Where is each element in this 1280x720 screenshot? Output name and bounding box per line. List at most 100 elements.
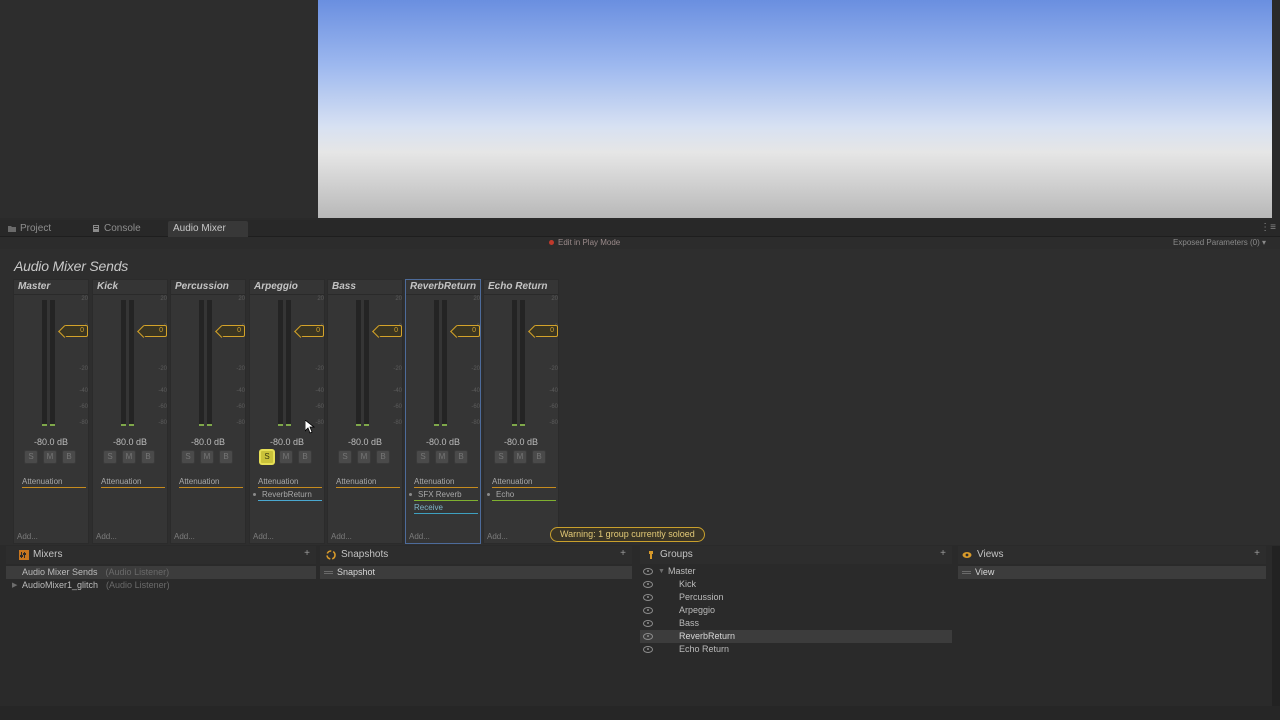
bypass-button[interactable]: B [298, 450, 312, 464]
tree-item-group[interactable]: Bass [640, 617, 952, 630]
effect-slot[interactable]: Attenuation [258, 476, 322, 488]
solo-button[interactable]: S [494, 450, 508, 464]
tab-console[interactable]: Console [86, 221, 170, 237]
effect-label: Attenuation [179, 477, 220, 486]
effect-slot[interactable]: Attenuation [336, 476, 400, 488]
mute-button[interactable]: M [122, 450, 136, 464]
tree-item-group[interactable]: ReverbReturn [640, 630, 952, 643]
mute-button[interactable]: M [435, 450, 449, 464]
add-effect-button[interactable]: Add... [17, 532, 38, 541]
visibility-eye-icon[interactable] [643, 581, 653, 588]
visibility-eye-icon[interactable] [643, 568, 653, 575]
volume-fader-handle[interactable]: 0 [378, 325, 402, 337]
mute-button[interactable]: M [43, 450, 57, 464]
add-effect-button[interactable]: Add... [253, 532, 274, 541]
mute-button[interactable]: M [357, 450, 371, 464]
list-item-snapshot[interactable]: Snapshot [320, 566, 632, 579]
visibility-eye-icon[interactable] [643, 633, 653, 640]
edit-in-play-mode-toggle[interactable]: Edit in Play Mode [549, 237, 620, 249]
effect-slot[interactable]: Attenuation [414, 476, 478, 488]
tree-item-group[interactable]: ▼ Master [640, 565, 952, 578]
channel-strip[interactable]: ReverbReturn 20 0 -20 -40 -60 -800 -80.0 dB SMB A… [405, 279, 481, 544]
volume-fader-handle[interactable]: 0 [534, 325, 558, 337]
meter-level [42, 424, 47, 426]
drag-handle-icon[interactable] [324, 571, 333, 574]
db-readout: -80.0 dB [347, 437, 383, 447]
drag-handle-icon[interactable] [962, 571, 971, 574]
solo-mute-bypass-group: SMB [260, 450, 320, 466]
bypass-button[interactable]: B [454, 450, 468, 464]
effect-slot[interactable]: Attenuation [22, 476, 86, 488]
play-mode-label: Edit in Play Mode [558, 238, 621, 247]
bypass-button[interactable]: B [532, 450, 546, 464]
add-effect-button[interactable]: Add... [174, 532, 195, 541]
solo-button[interactable]: S [260, 450, 274, 464]
scale-tick-label: 20 [81, 296, 88, 302]
scale-tick-label: -80 [549, 420, 558, 426]
add-view-button[interactable]: + [1254, 548, 1260, 559]
level-meter [512, 300, 517, 426]
visibility-eye-icon[interactable] [643, 594, 653, 601]
tree-item-group[interactable]: Kick [640, 578, 952, 591]
bypass-button[interactable]: B [62, 450, 76, 464]
mute-button[interactable]: M [279, 450, 293, 464]
tree-item-group[interactable]: Percussion [640, 591, 952, 604]
add-group-button[interactable]: + [940, 548, 946, 559]
tree-item-group[interactable]: Arpeggio [640, 604, 952, 617]
volume-fader-handle[interactable]: 0 [143, 325, 167, 337]
volume-fader-handle[interactable]: 0 [221, 325, 245, 337]
effect-slot[interactable]: Attenuation [101, 476, 165, 488]
effect-slot[interactable]: ReverbReturn [253, 489, 322, 501]
solo-button[interactable]: S [338, 450, 352, 464]
add-effect-button[interactable]: Add... [409, 532, 430, 541]
channel-strip[interactable]: Echo Return 20 0 -20 -40 -60 -800 -80.0 dB SMB At… [483, 279, 559, 544]
list-item-view[interactable]: View [958, 566, 1266, 579]
effect-slot[interactable]: Echo [487, 489, 556, 501]
visibility-eye-icon[interactable] [643, 607, 653, 614]
tree-item-group[interactable]: Echo Return [640, 643, 952, 656]
list-item-mixer[interactable]: ▶ AudioMixer1_glitch (Audio Listener) [6, 579, 316, 592]
level-meter [50, 300, 55, 426]
add-effect-button[interactable]: Add... [331, 532, 352, 541]
channel-strip[interactable]: Kick 20 0 -20 -40 -60 -800 -80.0 dB SMB Attenuati… [92, 279, 168, 544]
effect-enable-dot-icon[interactable] [487, 493, 490, 496]
solo-button[interactable]: S [181, 450, 195, 464]
tab-menu-icon[interactable]: ⋮≡ [1260, 222, 1276, 233]
panel-scrollbar[interactable] [1272, 546, 1280, 706]
mute-button[interactable]: M [200, 450, 214, 464]
bypass-button[interactable]: B [219, 450, 233, 464]
solo-button[interactable]: S [24, 450, 38, 464]
add-mixer-button[interactable]: + [304, 548, 310, 559]
effect-slot[interactable]: Attenuation [179, 476, 243, 488]
tab-project[interactable]: Project [2, 221, 86, 237]
effect-slot[interactable]: SFX Reverb [409, 489, 478, 501]
visibility-eye-icon[interactable] [643, 646, 653, 653]
add-effect-button[interactable]: Add... [487, 532, 508, 541]
mute-button[interactable]: M [513, 450, 527, 464]
exposed-parameters-dropdown[interactable]: Exposed Parameters (0) ▾ [1173, 237, 1266, 249]
groups-pane: Groups + ▼ Master Kick Percussion Arpegg… [640, 546, 952, 696]
volume-fader-handle[interactable]: 0 [300, 325, 324, 337]
solo-button[interactable]: S [103, 450, 117, 464]
channel-strip[interactable]: Master 20 0 -20 -40 -60 -800 -80.0 dB SMB Attenua… [13, 279, 89, 544]
expand-arrow-icon[interactable]: ▶ [12, 579, 17, 592]
volume-fader-handle[interactable]: 0 [456, 325, 480, 337]
add-snapshot-button[interactable]: + [620, 548, 626, 559]
bypass-button[interactable]: B [376, 450, 390, 464]
visibility-eye-icon[interactable] [643, 620, 653, 627]
meter-level [199, 424, 204, 426]
effect-slot[interactable]: Receive [414, 502, 478, 514]
add-effect-button[interactable]: Add... [96, 532, 117, 541]
channel-strip[interactable]: Percussion20 0 -20 -40 -60 -800 -80.0 dB SMB Att… [170, 279, 246, 544]
expand-arrow-icon[interactable]: ▼ [658, 565, 665, 578]
solo-button[interactable]: S [416, 450, 430, 464]
tab-audio-mixer[interactable]: Audio Mixer [168, 221, 248, 237]
effect-slot[interactable]: Attenuation [492, 476, 556, 488]
effect-enable-dot-icon[interactable] [253, 493, 256, 496]
channel-strip[interactable]: Bass 20 0 -20 -40 -60 -800 -80.0 dB SMB Attenuati… [327, 279, 403, 544]
channel-strip[interactable]: Arpeggio 20 0 -20 -40 -60 -800 -80.0 dB SMB Atten… [249, 279, 325, 544]
bypass-button[interactable]: B [141, 450, 155, 464]
effect-enable-dot-icon[interactable] [409, 493, 412, 496]
volume-fader-handle[interactable]: 0 [64, 325, 88, 337]
list-item-mixer[interactable]: Audio Mixer Sends (Audio Listener) [6, 566, 316, 579]
